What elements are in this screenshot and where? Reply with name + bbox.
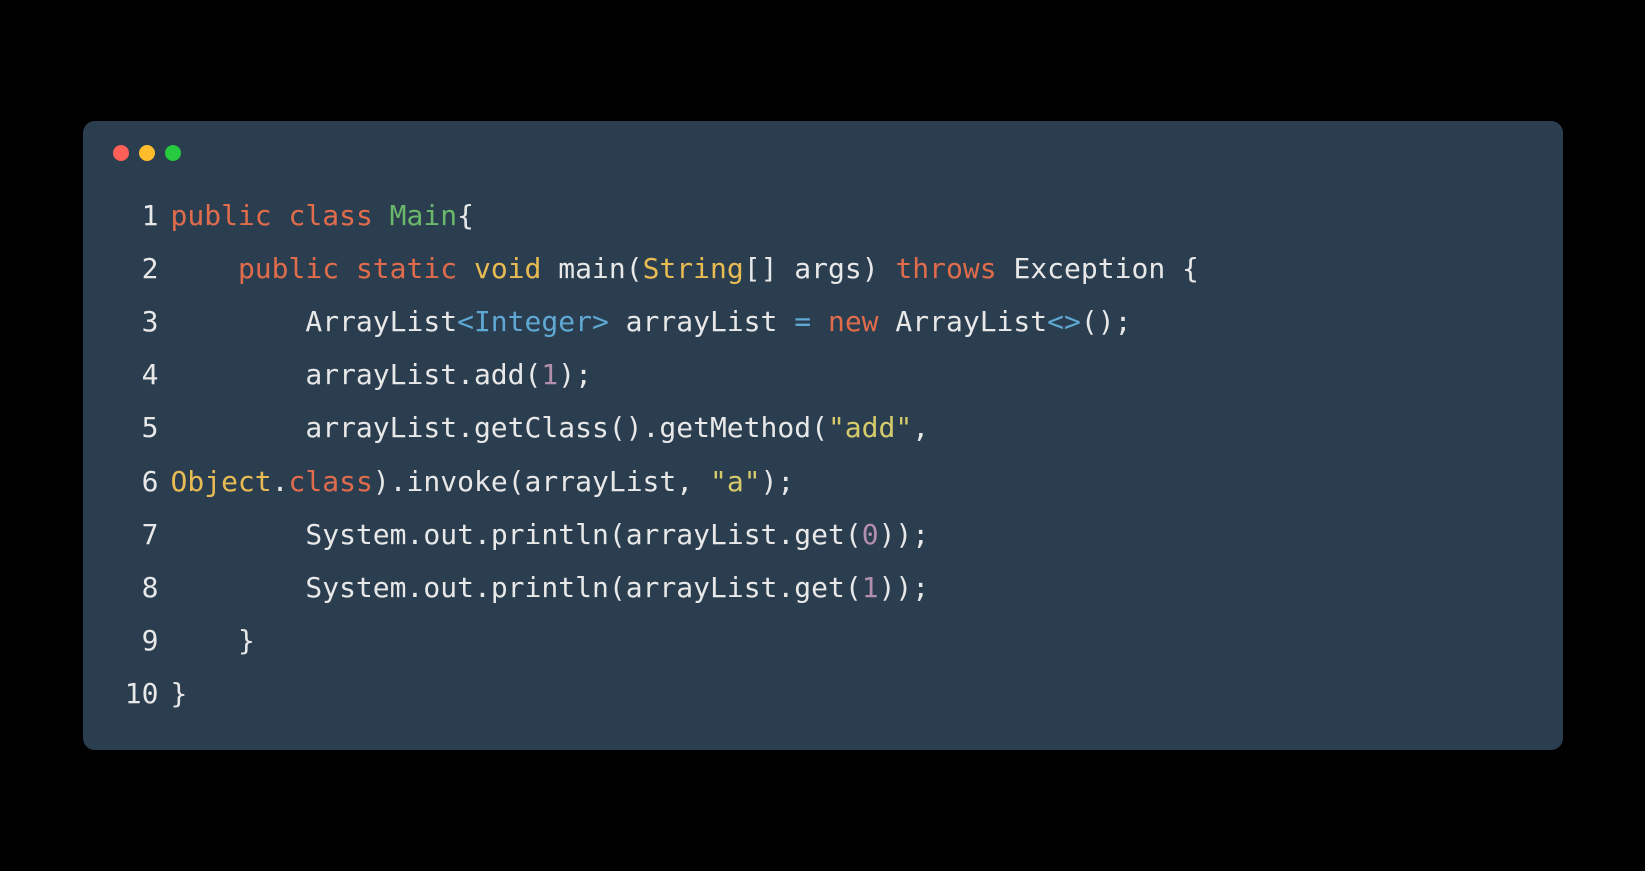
line-content: } [171,667,188,720]
code-line: 6 Object.class).invoke(arrayList, "a"); [113,455,1533,508]
window-controls [113,145,1533,161]
maximize-icon[interactable] [165,145,181,161]
line-content: System.out.println(arrayList.get(1)); [171,561,930,614]
code-line: 1 public class Main{ [113,189,1533,242]
line-number: 8 [113,561,159,614]
line-number: 1 [113,189,159,242]
code-editor-window: 1 public class Main{ 2 public static voi… [83,121,1563,751]
code-area[interactable]: 1 public class Main{ 2 public static voi… [113,189,1533,721]
line-content: Object.class).invoke(arrayList, "a"); [171,455,795,508]
code-line: 8 System.out.println(arrayList.get(1)); [113,561,1533,614]
line-number: 2 [113,242,159,295]
line-content: ArrayList<Integer> arrayList = new Array… [171,295,1132,348]
code-line: 10 } [113,667,1533,720]
line-number: 6 [113,455,159,508]
line-content: public static void main(String[] args) t… [171,242,1199,295]
line-number: 3 [113,295,159,348]
code-line: 7 System.out.println(arrayList.get(0)); [113,508,1533,561]
line-content: public class Main{ [171,189,474,242]
line-content: System.out.println(arrayList.get(0)); [171,508,930,561]
line-number: 10 [113,667,159,720]
line-content: } [171,614,255,667]
line-number: 4 [113,348,159,401]
line-content: arrayList.getClass().getMethod("add", [171,401,930,454]
code-line: 5 arrayList.getClass().getMethod("add", [113,401,1533,454]
line-number: 9 [113,614,159,667]
line-number: 7 [113,508,159,561]
line-number: 5 [113,401,159,454]
code-line: 2 public static void main(String[] args)… [113,242,1533,295]
code-line: 4 arrayList.add(1); [113,348,1533,401]
minimize-icon[interactable] [139,145,155,161]
line-content: arrayList.add(1); [171,348,592,401]
code-line: 9 } [113,614,1533,667]
close-icon[interactable] [113,145,129,161]
code-line: 3 ArrayList<Integer> arrayList = new Arr… [113,295,1533,348]
